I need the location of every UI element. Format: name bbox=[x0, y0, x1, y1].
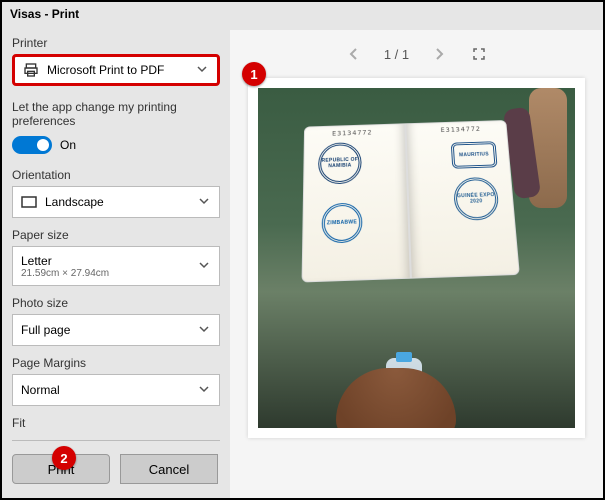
photo-size-dropdown[interactable]: Full page bbox=[12, 314, 220, 346]
paper-size-label: Paper size bbox=[12, 228, 220, 242]
printer-dropdown[interactable]: Microsoft Print to PDF bbox=[12, 54, 220, 86]
preview-panel: 1 / 1 E3134772 REPUBLIC OF NAMIBIA bbox=[230, 30, 603, 498]
preferences-label: Let the app change my printing preferenc… bbox=[12, 100, 220, 128]
paper-size-value: Letter bbox=[21, 254, 199, 268]
page-margins-dropdown[interactable]: Normal bbox=[12, 374, 220, 406]
prev-page-icon[interactable] bbox=[344, 44, 364, 64]
chevron-down-icon bbox=[199, 259, 211, 273]
chevron-down-icon bbox=[199, 195, 211, 209]
stamp-namibia: REPUBLIC OF NAMIBIA bbox=[318, 142, 362, 185]
stamp-mauritius: MAURITIUS bbox=[451, 141, 498, 168]
printer-icon bbox=[23, 62, 41, 78]
fit-label: Fit bbox=[12, 416, 220, 430]
page-indicator: 1 / 1 bbox=[384, 47, 409, 62]
print-preview: E3134772 REPUBLIC OF NAMIBIA ZIMBABWE E3… bbox=[248, 78, 585, 438]
window-title: Visas - Print bbox=[2, 2, 603, 30]
stamp-guinee: GUINÉE EXPO 2020 bbox=[453, 177, 500, 221]
stamp-zimbabwe: ZIMBABWE bbox=[322, 202, 363, 243]
orientation-label: Orientation bbox=[12, 168, 220, 182]
passport-number-right: E3134772 bbox=[440, 125, 481, 134]
cancel-button[interactable]: Cancel bbox=[120, 454, 218, 484]
landscape-icon bbox=[21, 196, 39, 208]
passport-number-left: E3134772 bbox=[332, 129, 372, 138]
preview-image: E3134772 REPUBLIC OF NAMIBIA ZIMBABWE E3… bbox=[258, 88, 575, 428]
printer-label: Printer bbox=[12, 36, 220, 50]
callout-1: 1 bbox=[242, 62, 266, 86]
divider bbox=[12, 440, 220, 441]
paper-size-dropdown[interactable]: Letter 21.59cm × 27.94cm bbox=[12, 246, 220, 286]
callout-2: 2 bbox=[52, 446, 76, 470]
orientation-value: Landscape bbox=[45, 195, 199, 209]
chevron-down-icon bbox=[199, 383, 211, 397]
photo-size-value: Full page bbox=[21, 323, 199, 337]
chevron-down-icon bbox=[197, 63, 209, 77]
chevron-down-icon bbox=[199, 323, 211, 337]
photo-size-label: Photo size bbox=[12, 296, 220, 310]
settings-panel: Printer Microsoft Print to PDF Let the a… bbox=[2, 30, 230, 498]
toggle-state-label: On bbox=[60, 138, 76, 152]
margins-value: Normal bbox=[21, 383, 199, 397]
preview-toolbar: 1 / 1 bbox=[230, 30, 603, 78]
paper-dims-value: 21.59cm × 27.94cm bbox=[21, 268, 199, 279]
page-margins-label: Page Margins bbox=[12, 356, 220, 370]
orientation-dropdown[interactable]: Landscape bbox=[12, 186, 220, 218]
next-page-icon[interactable] bbox=[429, 44, 449, 64]
printer-value: Microsoft Print to PDF bbox=[47, 63, 197, 77]
preferences-toggle[interactable] bbox=[12, 136, 52, 154]
fullscreen-icon[interactable] bbox=[469, 44, 489, 64]
